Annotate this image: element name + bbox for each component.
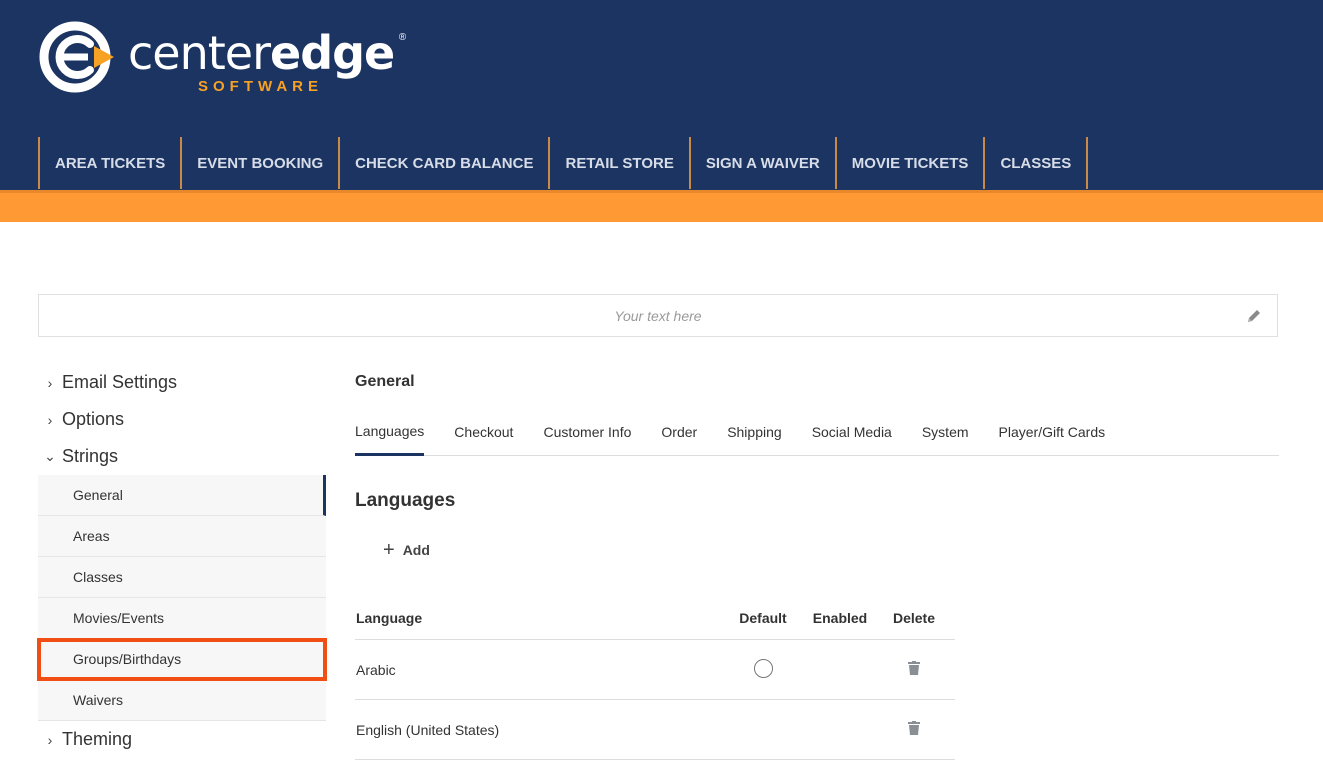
chevron-down-icon: ⌄ xyxy=(44,448,56,464)
sidebar-group-theming[interactable]: › Theming xyxy=(38,721,326,758)
languages-heading: Languages xyxy=(355,490,456,511)
table-header: Language Default Enabled Delete xyxy=(355,596,955,640)
sidebar-group-label: Theming xyxy=(62,729,133,749)
language-name: English (United States) xyxy=(356,721,500,738)
nav-check-card-balance[interactable]: CHECK CARD BALANCE xyxy=(340,137,551,189)
sidebar-group-options[interactable]: › Options xyxy=(38,401,326,438)
strings-tabs: Languages Checkout Customer Info Order S… xyxy=(355,408,1279,456)
add-language-button[interactable]: + Add xyxy=(383,539,430,561)
nav-retail-store[interactable]: RETAIL STORE xyxy=(550,137,691,189)
nav-sign-a-waiver[interactable]: SIGN A WAIVER xyxy=(691,137,837,189)
pencil-icon[interactable] xyxy=(1245,307,1263,325)
sidebar-item-classes[interactable]: Classes xyxy=(38,557,326,598)
sidebar-item-groups-birthdays[interactable]: Groups/Birthdays xyxy=(37,638,327,681)
tab-shipping[interactable]: Shipping xyxy=(727,408,782,455)
tab-player-gift-cards[interactable]: Player/Gift Cards xyxy=(999,408,1106,455)
sidebar-group-label: Options xyxy=(62,409,125,429)
col-default: Default xyxy=(739,609,787,626)
col-language: Language xyxy=(356,609,423,626)
registered-mark: ® xyxy=(398,32,407,43)
col-enabled: Enabled xyxy=(812,609,868,626)
sidebar-item-areas[interactable]: Areas xyxy=(38,516,326,557)
sidebar-group-strings[interactable]: ⌄ Strings xyxy=(38,438,326,475)
sidebar-group-email-settings[interactable]: › Email Settings xyxy=(38,364,326,401)
language-name: Arabic xyxy=(356,661,396,678)
sidebar-group-label: Email Settings xyxy=(62,372,178,392)
tab-social-media[interactable]: Social Media xyxy=(812,408,892,455)
settings-sidebar: › Email Settings › Options ⌄ Strings Gen… xyxy=(37,364,327,758)
chevron-right-icon: › xyxy=(47,731,53,748)
nav-event-booking[interactable]: EVENT BOOKING xyxy=(182,137,341,189)
logo-subtitle: SOFTWARE xyxy=(198,78,323,95)
tab-customer-info[interactable]: Customer Info xyxy=(543,408,631,455)
tab-languages[interactable]: Languages xyxy=(355,408,425,456)
nav-movie-tickets[interactable]: MOVIE TICKETS xyxy=(837,137,986,189)
sidebar-item-waivers[interactable]: Waivers xyxy=(38,680,326,721)
col-delete: Delete xyxy=(892,609,936,626)
default-radio[interactable] xyxy=(753,658,773,678)
chevron-right-icon: › xyxy=(47,411,53,428)
editable-text-banner[interactable]: Your text here xyxy=(38,294,1278,337)
tab-checkout[interactable]: Checkout xyxy=(454,408,513,455)
nav-area-tickets[interactable]: AREA TICKETS xyxy=(40,137,183,189)
languages-table: Language Default Enabled Delete Arabic E… xyxy=(355,596,955,760)
chevron-right-icon: › xyxy=(47,374,53,391)
strings-submenu: General Areas Classes Movies/Events Grou… xyxy=(37,475,327,721)
logo-wordmark: centeredge xyxy=(128,26,395,80)
plus-icon: + xyxy=(383,539,395,561)
sidebar-group-label: Strings xyxy=(62,446,119,466)
main-content: General Languages Checkout Customer Info… xyxy=(355,364,1279,760)
accent-band xyxy=(0,190,1323,222)
centeredge-logo[interactable]: centeredge ® SOFTWARE xyxy=(38,20,406,95)
tab-system[interactable]: System xyxy=(922,408,969,455)
centeredge-logo-icon xyxy=(39,21,114,93)
add-label: Add xyxy=(402,542,430,558)
tab-order[interactable]: Order xyxy=(661,408,697,455)
table-row: Arabic xyxy=(355,640,955,700)
nav-classes[interactable]: CLASSES xyxy=(985,137,1089,189)
table-row: English (United States) xyxy=(355,700,955,760)
site-header: centeredge ® SOFTWARE AREA TICKETS EVENT… xyxy=(0,0,1323,190)
main-nav: AREA TICKETS EVENT BOOKING CHECK CARD BA… xyxy=(38,137,1089,189)
trash-icon[interactable] xyxy=(908,721,920,735)
trash-icon[interactable] xyxy=(908,661,920,675)
banner-placeholder: Your text here xyxy=(614,307,702,324)
section-title: General xyxy=(355,373,415,390)
sidebar-item-general[interactable]: General xyxy=(38,475,326,516)
sidebar-item-movies-events[interactable]: Movies/Events xyxy=(38,598,326,639)
